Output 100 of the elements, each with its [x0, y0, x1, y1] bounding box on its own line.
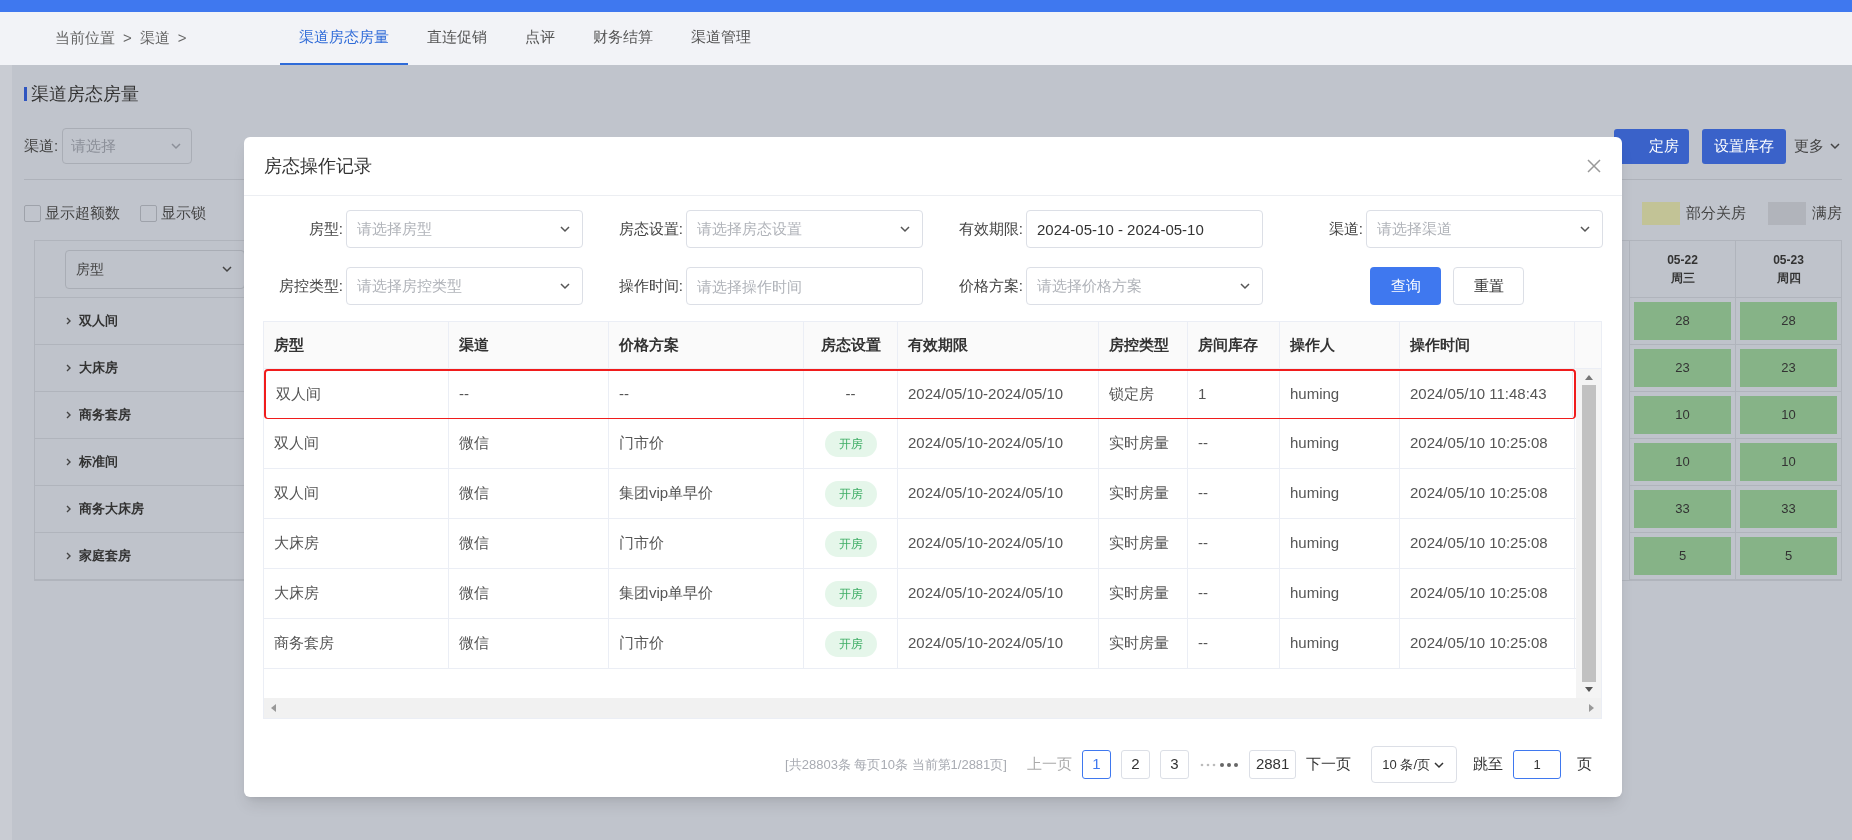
column-header: 渠道	[459, 334, 489, 355]
column-header: 操作人	[1290, 334, 1335, 355]
chevron-right-icon[interactable]	[65, 363, 73, 373]
table-cell-text: 微信	[459, 583, 489, 604]
table-cell-text: 2024/05/10 10:25:08	[1410, 483, 1548, 504]
page-button[interactable]: 1	[1081, 750, 1111, 779]
chevron-right-icon[interactable]	[65, 504, 73, 514]
inventory-cell[interactable]: 28	[1634, 302, 1731, 340]
checkbox[interactable]	[140, 204, 157, 222]
scroll-up-icon[interactable]	[1583, 373, 1594, 381]
page-button[interactable]: 2	[1120, 750, 1150, 779]
inventory-cell[interactable]: 5	[1740, 537, 1837, 575]
page-button[interactable]: 3	[1159, 750, 1189, 779]
table-row[interactable]: 大床房 微信 集团vip单早价 开房 2024/05/10-2024/05/10 实时房量 -- huming 2024/05/10 10:25:08	[264, 569, 1576, 619]
table-cell-text: 实时房量	[1109, 483, 1169, 504]
inventory-cell[interactable]: 23	[1740, 349, 1837, 387]
table-cell-text: 实时房量	[1109, 533, 1169, 554]
ellipsis-icon[interactable]	[1198, 761, 1239, 768]
table-cell-text: 集团vip单早价	[619, 483, 714, 504]
chevron-right-icon[interactable]	[65, 410, 73, 420]
chevron-right-icon[interactable]	[65, 457, 73, 467]
jump-label: 跳至	[1473, 754, 1503, 775]
nav-tab[interactable]: 渠道管理	[672, 12, 770, 65]
room-type-name: 商务套房	[79, 406, 131, 425]
reset-button[interactable]: 重置	[1453, 267, 1524, 305]
field-label: 渠道:	[24, 135, 59, 156]
table-row[interactable]: 大床房 微信 门市价 开房 2024/05/10-2024/05/10 实时房量 -- huming 2024/05/10 10:25:08	[264, 519, 1576, 569]
nav-tab[interactable]: 直连促销	[408, 12, 506, 65]
inventory-cell[interactable]: 10	[1634, 443, 1731, 481]
input-field[interactable]: 2024-05-10 - 2024-05-10	[1026, 210, 1263, 248]
room-type-name: 大床房	[79, 359, 118, 378]
input-field[interactable]: 请选择操作时间	[686, 267, 923, 305]
table-cell-text: 实时房量	[1109, 633, 1169, 654]
table-cell-text: 集团vip单早价	[619, 583, 714, 604]
chevron-right-icon[interactable]	[65, 551, 73, 561]
page-button[interactable]: 2881	[1248, 750, 1297, 779]
date-header: 05-23	[1773, 252, 1804, 269]
next-page-link[interactable]: 下一页	[1306, 753, 1352, 776]
table-row[interactable]: 双人间 微信 集团vip单早价 开房 2024/05/10-2024/05/10 实时房量 -- huming 2024/05/10 10:25:08	[264, 469, 1576, 519]
status-tag: 开房	[824, 480, 877, 507]
search-button[interactable]: 查询	[1370, 267, 1441, 305]
checkbox[interactable]	[24, 204, 41, 222]
table-cell-text: huming	[1290, 433, 1340, 454]
inventory-cell[interactable]: 10	[1740, 396, 1837, 434]
status-tag: 开房	[824, 630, 877, 657]
page-size-select[interactable]: 10 条/页	[1371, 746, 1457, 783]
field-label: 房型:	[307, 218, 343, 239]
status-tag: 开房	[824, 430, 877, 457]
table-cell-text: --	[1198, 633, 1208, 654]
pagination-summary: [共28803条 每页10条 当前第1/2881页]	[785, 755, 1007, 774]
nav-tab[interactable]: 渠道房态房量	[280, 12, 408, 65]
set-inventory-button[interactable]: 设置库存	[1702, 128, 1786, 164]
nav-tab[interactable]: 财务结算	[574, 12, 672, 65]
chevron-right-icon[interactable]	[65, 316, 73, 326]
inventory-cell[interactable]: 28	[1740, 302, 1837, 340]
legend-label: 部分关房	[1686, 202, 1746, 223]
table-cell-text: 2024/05/10-2024/05/10	[908, 483, 1064, 504]
table-row[interactable]: 双人间 -- -- -- 2024/05/10-2024/05/10 锁定房 1 huming 2024/05/10 11:48:43	[264, 369, 1576, 419]
inventory-cell[interactable]: 5	[1634, 537, 1731, 575]
more-menu[interactable]: 更多	[1794, 134, 1842, 158]
table-cell-text: 微信	[459, 633, 489, 654]
inventory-cell[interactable]: 33	[1634, 490, 1731, 528]
breadcrumb-item[interactable]: 当前位置	[55, 27, 115, 50]
checkbox-label: 显示锁	[161, 202, 206, 223]
close-icon[interactable]	[1586, 158, 1602, 174]
table-cell-text: 2024/05/10-2024/05/10	[908, 533, 1064, 554]
table-cell-text: 门市价	[619, 433, 664, 454]
inventory-cell[interactable]: 10	[1634, 396, 1731, 434]
breadcrumb-item[interactable]: 渠道	[139, 27, 170, 50]
room-type-name: 标准间	[79, 453, 118, 472]
table-cell-text: huming	[1290, 533, 1340, 554]
table-cell-text: 门市价	[619, 533, 664, 554]
inventory-cell[interactable]: 10	[1740, 443, 1837, 481]
table-row[interactable]: 双人间 微信 门市价 开房 2024/05/10-2024/05/10 实时房量 -- huming 2024/05/10 10:25:08	[264, 419, 1576, 469]
column-header: 有效期限	[908, 334, 968, 355]
table-cell-text: huming	[1290, 633, 1340, 654]
table-cell-text: 微信	[459, 433, 489, 454]
table-cell-text: 2024/05/10-2024/05/10	[908, 633, 1064, 654]
table-row[interactable]: 商务套房 微信 门市价 开房 2024/05/10-2024/05/10 实时房量 -- huming 2024/05/10 10:25:08	[264, 619, 1576, 669]
status-tag: 开房	[824, 580, 877, 607]
field-label: 渠道:	[1327, 218, 1363, 239]
checkbox-label: 显示超额数	[45, 202, 120, 223]
table-cell-text: --	[1198, 533, 1208, 554]
inventory-cell[interactable]: 23	[1634, 349, 1731, 387]
scroll-down-icon[interactable]	[1583, 686, 1594, 694]
table-cell-text: 双人间	[274, 483, 319, 504]
inventory-cell[interactable]: 33	[1740, 490, 1837, 528]
room-type-name: 双人间	[79, 312, 118, 331]
nav-tab[interactable]: 点评	[506, 12, 574, 65]
table-cell-text: 2024/05/10-2024/05/10	[908, 433, 1064, 454]
field-label: 有效期限:	[957, 218, 1023, 239]
jump-page-input[interactable]: 1	[1513, 750, 1561, 779]
vertical-scrollbar[interactable]	[1576, 369, 1601, 698]
table-cell-text: 实时房量	[1109, 433, 1169, 454]
lock-room-button[interactable]: 定房	[1614, 128, 1689, 164]
page-unit-label: 页	[1577, 754, 1592, 775]
table-cell-text: 门市价	[619, 633, 664, 654]
column-header: 房型	[274, 334, 304, 355]
table-cell-text: --	[459, 384, 469, 405]
room-type-name: 商务大床房	[79, 500, 144, 519]
